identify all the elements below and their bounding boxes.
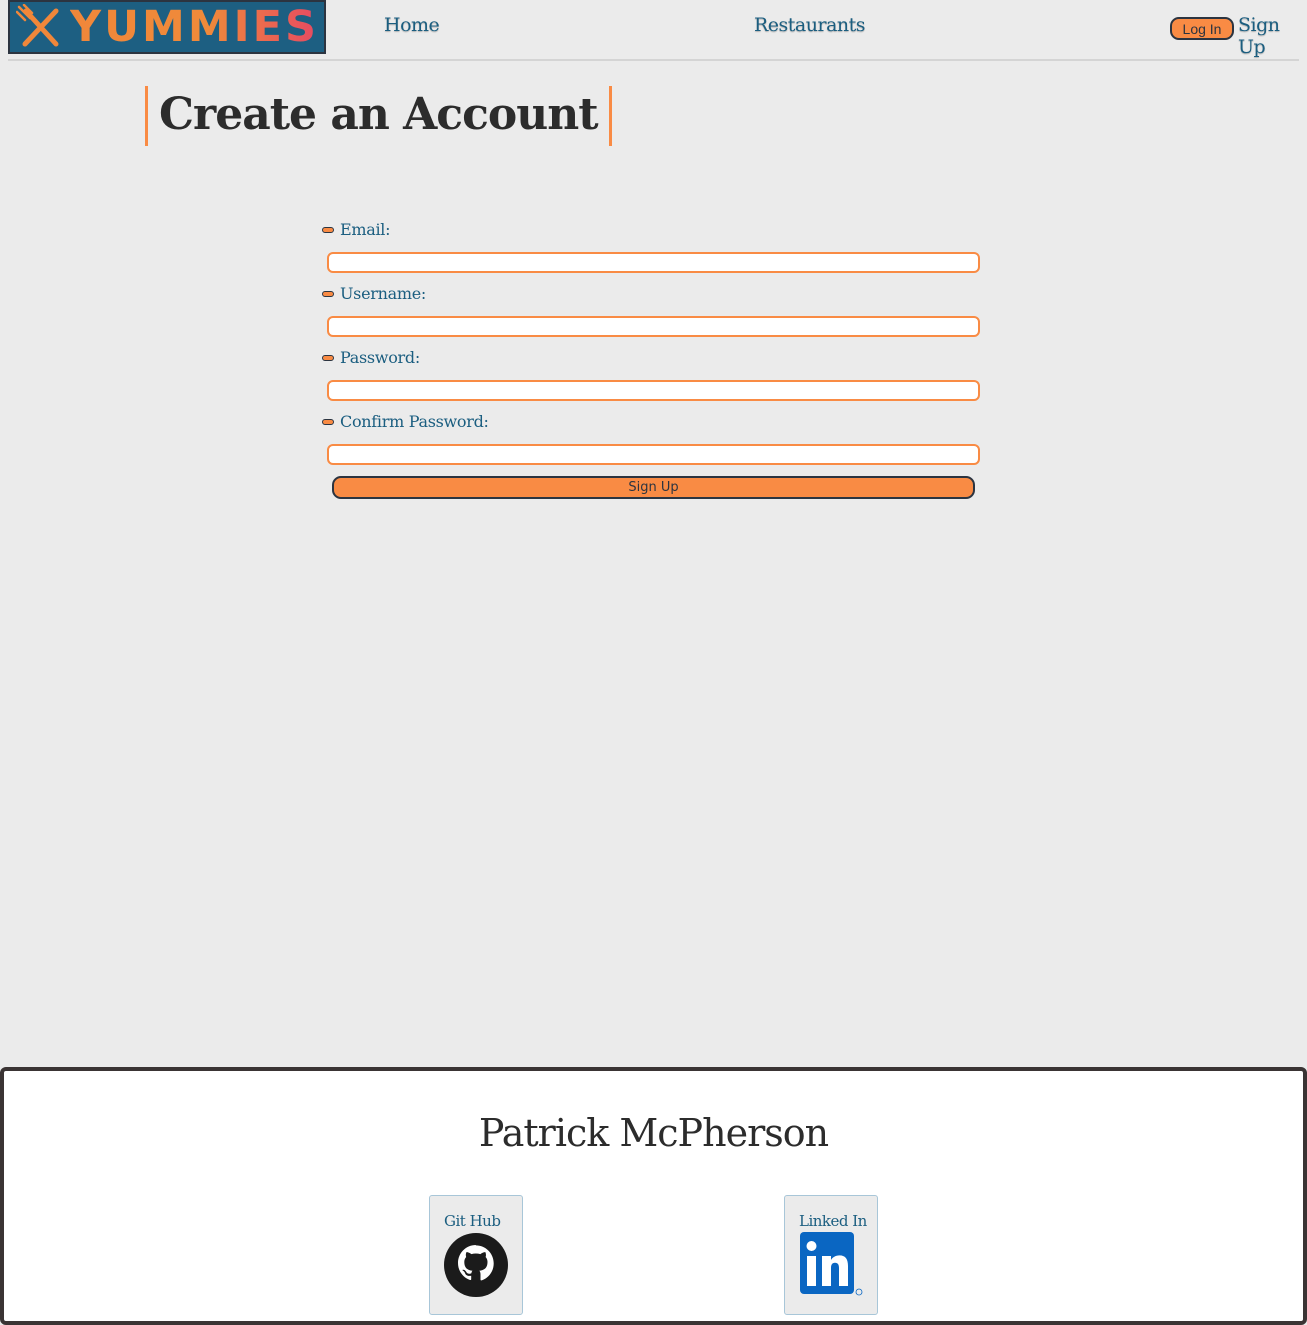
top-nav: YUMMIES Home Restaurants Log In Sign Up [0,0,1307,61]
email-label: Email: [322,220,391,239]
username-label-text: Username: [340,284,426,303]
confirm-password-field[interactable] [327,444,980,465]
linkedin-link[interactable]: Linked In [784,1195,878,1315]
bullet-marker [322,354,334,361]
footer: Patrick McPherson Git Hub Linked In [0,1067,1307,1325]
nav-divider [8,59,1299,61]
github-label: Git Hub [444,1212,501,1230]
bullet-marker [322,226,334,233]
github-link[interactable]: Git Hub [429,1195,523,1315]
nav-restaurants-link[interactable]: Restaurants [754,14,866,36]
login-button[interactable]: Log In [1170,17,1234,40]
password-label-text: Password: [340,348,420,367]
confirm-password-label: Confirm Password: [322,412,489,431]
author-name: Patrick McPherson [478,1111,829,1155]
nav-signup-link[interactable]: Sign Up [1238,14,1307,58]
linkedin-icon [800,1232,863,1296]
password-label: Password: [322,348,420,367]
page-title: Create an Account [145,86,612,146]
username-label: Username: [322,284,426,303]
bullet-marker [322,418,334,425]
bullet-marker [322,290,334,297]
fork-knife-icon [16,4,59,47]
linkedin-label: Linked In [799,1212,867,1230]
email-label-text: Email: [340,220,391,239]
yummies-logo[interactable]: YUMMIES [8,0,326,54]
confirm-password-label-text: Confirm Password: [340,412,489,431]
logo-text: YUMMIES [70,1,319,52]
username-field[interactable] [327,316,980,337]
github-icon [444,1233,508,1297]
email-field[interactable] [327,252,980,273]
password-field[interactable] [327,380,980,401]
nav-home-link[interactable]: Home [384,14,440,36]
signup-submit-button[interactable]: Sign Up [332,476,975,499]
